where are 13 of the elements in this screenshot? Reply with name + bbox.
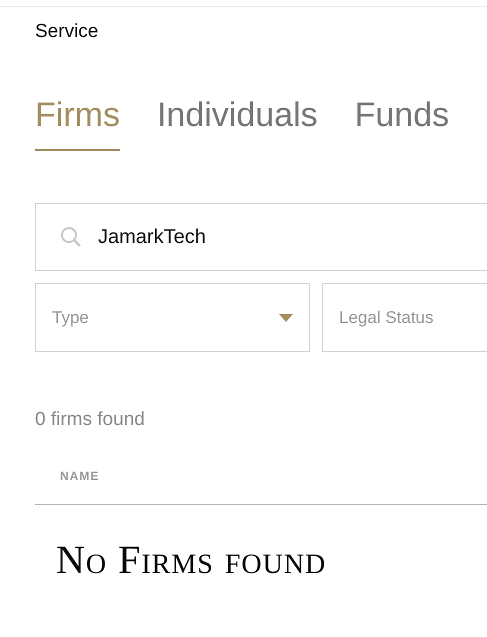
- column-header: NAME: [60, 469, 100, 483]
- filter-dropdown[interactable]: Type: [35, 283, 310, 352]
- category-tab[interactable]: Funds: [354, 95, 450, 151]
- caret-icon: [279, 314, 293, 322]
- result-count: 0 firms found: [35, 409, 146, 431]
- search-query: JamarkTech: [98, 226, 206, 248]
- search-icon: [60, 226, 82, 248]
- category-tab[interactable]: Firms: [35, 95, 120, 151]
- filter-dropdown[interactable]: Legal Status: [322, 283, 487, 352]
- search-field[interactable]: JamarkTech: [35, 203, 487, 271]
- empty-message: No Firms found: [56, 536, 328, 583]
- breadcrumb-link[interactable]: Service: [35, 21, 487, 43]
- category-tab[interactable]: Individuals: [156, 95, 318, 151]
